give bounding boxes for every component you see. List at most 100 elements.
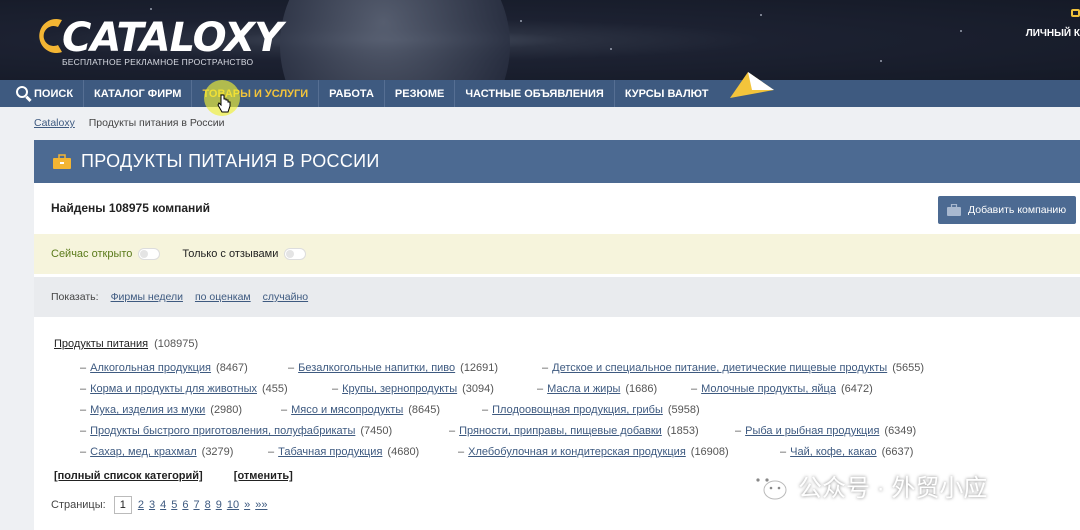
full-category-list-link[interactable]: [полный список категорий] [54, 470, 203, 482]
subcategory-item: – Масла и жиры (1686) [537, 383, 657, 395]
subcategory-item: – Чай, кофе, какао (6637) [780, 446, 913, 458]
dash: – [281, 404, 288, 416]
nav-currency[interactable]: КУРСЫ ВАЛЮТ [615, 80, 719, 107]
sort-random[interactable]: случайно [263, 291, 308, 303]
subcategory-item: – Пряности, приправы, пищевые добавки (185… [449, 425, 699, 437]
with-reviews-toggle[interactable] [284, 248, 307, 260]
subcategory-link[interactable]: Масла и жиры [547, 383, 620, 395]
subcategory-link[interactable]: Алкогольная продукция [90, 362, 211, 374]
nav-search[interactable]: ПОИСК [0, 80, 85, 107]
subcategory-link[interactable]: Рыба и рыбная продукция [745, 425, 879, 437]
subcategory-item: – Крупы, зернопродукты (3094) [332, 383, 494, 395]
subcategory-link[interactable]: Сахар, мед, крахмал [90, 446, 197, 458]
main-nav: ПОИСК КАТАЛОГ ФИРМ ТОВАРЫ И УСЛУГИ РАБОТ… [0, 80, 1080, 107]
subcategory-count: (1686) [625, 383, 658, 395]
dash: – [482, 404, 489, 416]
nav-resume[interactable]: РЕЗЮМЕ [385, 80, 456, 107]
found-count: Найдены 108975 компаний [51, 201, 211, 215]
subcategory-count: (5958) [667, 404, 700, 416]
dash: – [780, 446, 787, 458]
logo-tagline: БЕСПЛАТНОЕ РЕКЛАМНОЕ ПРОСТРАНСТВО [62, 57, 254, 67]
nav-catalog[interactable]: КАТАЛОГ ФИРМ [84, 80, 193, 107]
page-link[interactable]: 2 [138, 499, 144, 511]
watermark: 公众号 · 外贸小应 [748, 468, 987, 503]
subcategory-link[interactable]: Крупы, зернопродукты [342, 383, 457, 395]
dash: – [542, 362, 549, 374]
page-link[interactable]: »» [255, 499, 267, 511]
site-logo[interactable]: CATALOXY [32, 14, 283, 61]
briefcase-icon [946, 203, 962, 217]
subcategory-item: – Хлебобулочная и кондитерская продукция (… [458, 446, 729, 458]
subcategory-count: (455) [261, 383, 288, 395]
nav-classifieds[interactable]: ЧАСТНЫЕ ОБЪЯВЛЕНИЯ [455, 80, 615, 107]
pagination-label: Страницы: [51, 499, 106, 511]
sort-bar: Показать: Фирмы недели по оценкам случай… [34, 277, 1080, 317]
category-root-link[interactable]: Продукты питания [54, 338, 148, 350]
sort-firms-of-week[interactable]: Фирмы недели [111, 291, 183, 303]
subcategory-link[interactable]: Молочные продукты, яйца [701, 383, 836, 395]
star [880, 60, 882, 62]
logo-mark-icon [32, 14, 66, 58]
page-link[interactable]: 10 [227, 499, 239, 511]
page-link[interactable]: 7 [193, 499, 199, 511]
dash: – [691, 383, 698, 395]
open-now-toggle[interactable] [138, 248, 161, 260]
subcategory-count: (6349) [884, 425, 917, 437]
subcategory-count: (3094) [462, 383, 494, 395]
breadcrumb-current: Продукты питания в России [88, 117, 225, 129]
subcategory-link[interactable]: Табачная продукция [278, 446, 382, 458]
subcategory-count: (16908) [690, 446, 729, 458]
subcategory-link[interactable]: Продукты быстрого приготовления, полуфаб… [90, 425, 355, 437]
lock-icon [1071, 9, 1080, 17]
add-company-button[interactable]: Добавить компанию [938, 196, 1076, 224]
page-link[interactable]: 6 [182, 499, 188, 511]
subcategory-item: – Мука, изделия из муки (2980) [80, 404, 242, 416]
account-link[interactable]: ЛИЧНЫЙ К [1026, 28, 1080, 39]
briefcase-icon [52, 153, 72, 170]
subcategory-count: (6637) [881, 446, 914, 458]
page-link[interactable]: 8 [205, 499, 211, 511]
subcategory-count: (8467) [216, 362, 248, 374]
subcategory-link[interactable]: Плодоовощная продукция, грибы [492, 404, 663, 416]
dash: – [80, 404, 87, 416]
subcategory-link[interactable]: Детское и специальное питание, диетическ… [552, 362, 887, 374]
subcategory-count: (8645) [408, 404, 441, 416]
subcategory-count: (4680) [387, 446, 420, 458]
subcategory-item: – Мясо и мясопродукты (8645) [281, 404, 440, 416]
category-root-count: (108975) [154, 338, 199, 350]
page-link[interactable]: 5 [171, 499, 177, 511]
subcategory-link[interactable]: Корма и продукты для животных [90, 383, 257, 395]
breadcrumb-home[interactable]: Cataloxy [34, 117, 75, 129]
pagination: Страницы: 1 2 3 4 5 6 7 8 9 10»»» [51, 496, 272, 514]
sort-by-rating[interactable]: по оценкам [195, 291, 251, 303]
subcategory-link[interactable]: Мясо и мясопродукты [291, 404, 403, 416]
with-reviews-label: Только с отзывами [182, 248, 279, 260]
subcategory-count: (1853) [666, 425, 699, 437]
paper-plane-icon [730, 72, 774, 98]
page-link[interactable]: 3 [149, 499, 155, 511]
category-actions: [полный список категорий] [отменить] [54, 470, 321, 482]
subcategory-item: – Корма и продукты для животных (455) [80, 383, 288, 395]
subcategory-link[interactable]: Чай, кофе, какао [790, 446, 877, 458]
add-company-label: Добавить компанию [968, 204, 1067, 216]
logo-text: CATALOXY [62, 15, 283, 61]
subcategory-link[interactable]: Безалкогольные напитки, пиво [298, 362, 455, 374]
page-link[interactable]: » [244, 499, 250, 511]
dash: – [537, 383, 544, 395]
subcategory-link[interactable]: Мука, изделия из муки [90, 404, 205, 416]
nav-jobs[interactable]: РАБОТА [319, 80, 385, 107]
page-link[interactable]: 4 [160, 499, 166, 511]
page-link[interactable]: 9 [216, 499, 222, 511]
filter-bar: Сейчас открыто Только с отзывами [34, 234, 1080, 274]
subcategory-link[interactable]: Хлебобулочная и кондитерская продукция [468, 446, 686, 458]
cancel-link[interactable]: [отменить] [234, 470, 293, 482]
subcategory-link[interactable]: Пряности, приправы, пищевые добавки [459, 425, 662, 437]
subcategory-item: – Молочные продукты, яйца (6472) [691, 383, 873, 395]
dash: – [735, 425, 742, 437]
watermark-text: 公众号 · 外贸小应 [798, 475, 988, 502]
page-title: ПРОДУКТЫ ПИТАНИЯ В РОССИИ [81, 151, 380, 171]
title-bar: ПРОДУКТЫ ПИТАНИЯ В РОССИИ [34, 140, 1080, 183]
dash: – [80, 383, 87, 395]
dash: – [288, 362, 295, 374]
dash: – [80, 425, 87, 437]
